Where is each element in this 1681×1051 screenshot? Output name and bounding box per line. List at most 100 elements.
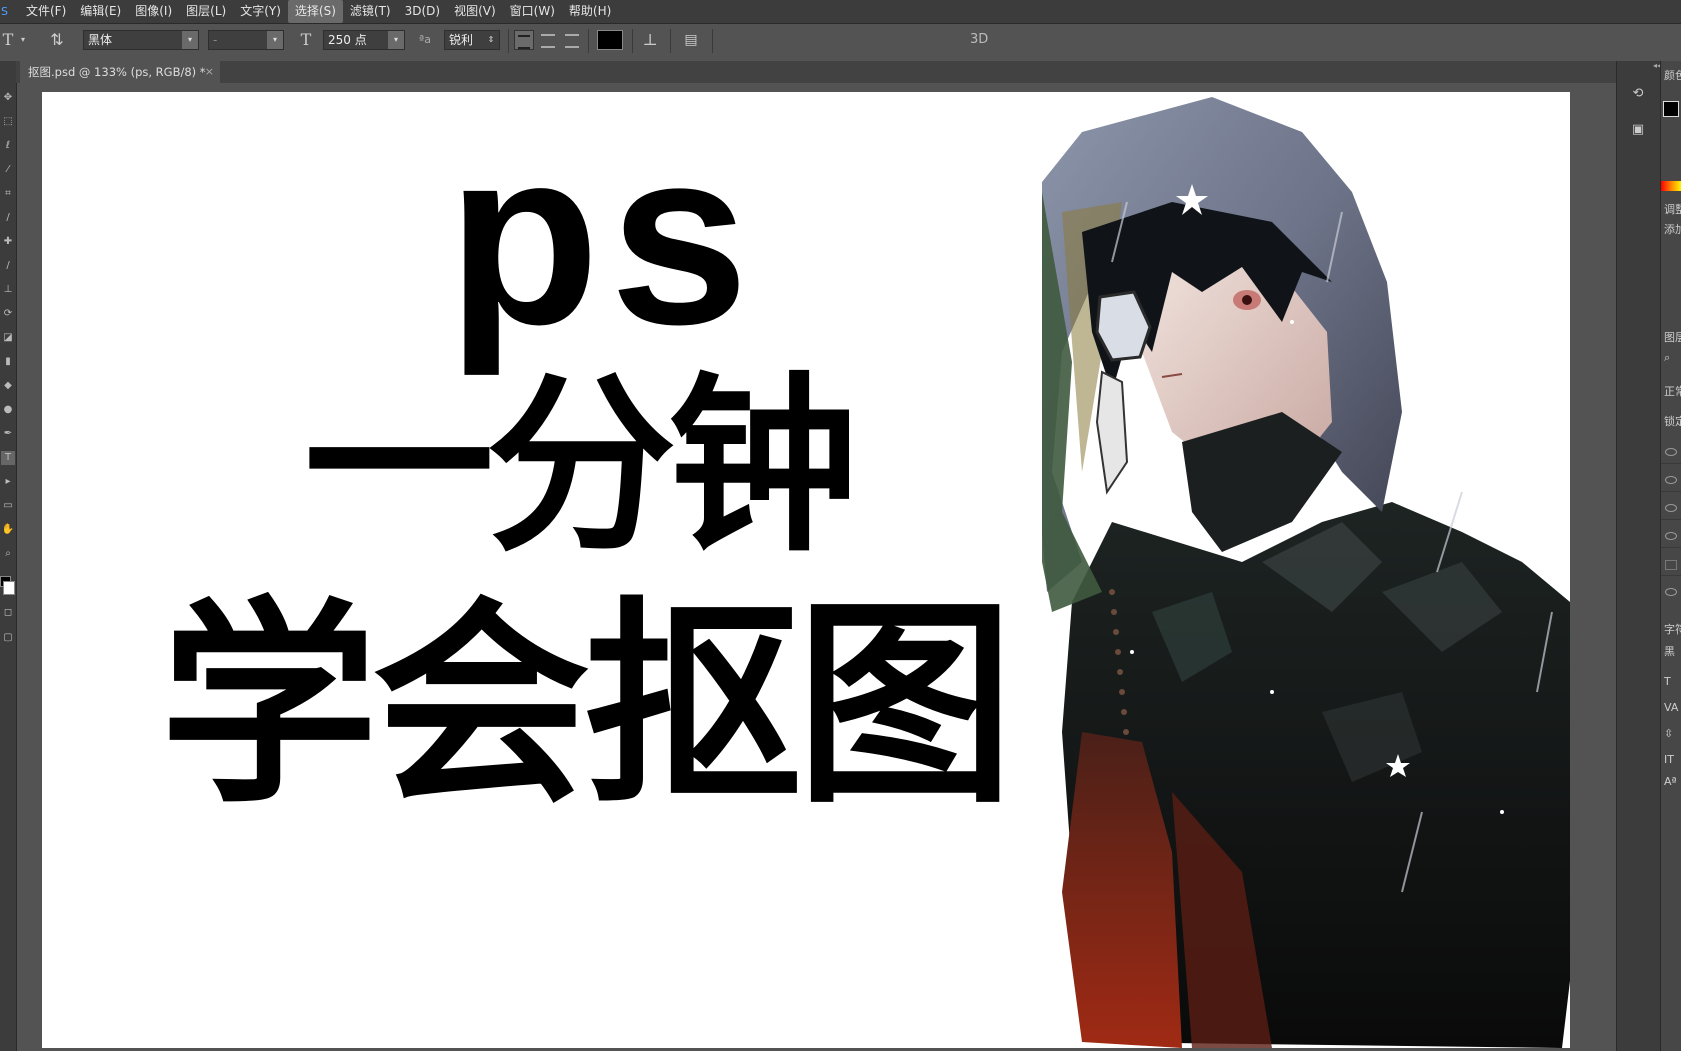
menu-edit[interactable]: 编辑(E) — [73, 0, 128, 23]
font-size-icon: T — [1664, 675, 1671, 688]
kerning-icon: VA — [1664, 701, 1679, 714]
canvas-text-one-minute: 一分钟 — [304, 356, 858, 577]
font-style-value: - — [213, 33, 218, 47]
menu-bar: S 文件(F) 编辑(E) 图像(I) 图层(L) 文字(Y) 选择(S) 滤镜… — [0, 0, 1681, 24]
menu-file[interactable]: 文件(F) — [19, 0, 73, 23]
tool-preset-chevron-icon[interactable]: ▾ — [16, 30, 30, 50]
layer-row-divider — [1661, 519, 1681, 520]
3d-mode-button[interactable]: 3D — [970, 30, 994, 50]
layer-visibility-off-icon[interactable] — [1665, 560, 1677, 570]
menu-window[interactable]: 窗口(W) — [503, 0, 562, 23]
right-panel-stack: 颜色 调整 添加 图层 ⌕ 正常 锁定 字符 黑 T VA ⇳ IT Aª — [1660, 61, 1681, 1051]
type-tool-icon[interactable]: T — [0, 30, 16, 50]
menu-type[interactable]: 文字(Y) — [233, 0, 288, 23]
align-right-button[interactable] — [562, 30, 582, 50]
brush-tool-icon[interactable]: / — [1, 259, 15, 273]
text-orientation-icon[interactable]: ⇅ — [46, 30, 68, 50]
zoom-tool-icon[interactable]: ⌕ — [1, 547, 15, 561]
layer-visibility-eye-icon[interactable] — [1665, 448, 1677, 456]
adjustments-panel-title[interactable]: 调整 — [1664, 201, 1681, 217]
color-panel-title[interactable]: 颜色 — [1664, 67, 1681, 83]
font-size-select[interactable]: 250 点 ▾ — [323, 30, 405, 50]
lock-label: 锁定 — [1664, 415, 1681, 428]
quick-select-tool-icon[interactable]: ⁄ — [1, 163, 15, 177]
scale-icon: ⇳ — [1664, 727, 1674, 740]
layer-row-divider — [1661, 491, 1681, 492]
eraser-tool-icon[interactable]: ◪ — [1, 331, 15, 345]
warp-text-icon[interactable]: ⊥ — [640, 30, 660, 50]
menu-filter[interactable]: 滤镜(T) — [343, 0, 398, 23]
stepper-icon: ⇕ — [487, 35, 495, 44]
gradient-tool-icon[interactable]: ▮ — [1, 355, 15, 369]
foreground-color-swatch[interactable] — [1663, 101, 1679, 117]
layer-row-divider — [1661, 575, 1681, 576]
document-tab[interactable]: 抠图.psd @ 133% (ps, RGB/8) * × — [20, 61, 220, 83]
document-canvas[interactable]: ps 一分钟 学会抠图 — [42, 92, 1570, 1048]
antialias-value: 锐利 — [449, 33, 474, 47]
type-tool-icon[interactable]: T — [1, 451, 15, 465]
divider — [712, 29, 713, 53]
vertical-scale-icon: IT — [1664, 753, 1674, 766]
move-tool-icon[interactable]: ✥ — [1, 91, 15, 105]
screen-mode-icon[interactable]: ▢ — [1, 631, 15, 645]
pen-tool-icon[interactable]: ✒ — [1, 427, 15, 441]
collapse-panels-icon[interactable]: ◂◂ — [1617, 61, 1661, 70]
layer-visibility-eye-icon[interactable] — [1665, 476, 1677, 484]
baseline-icon: Aª — [1664, 775, 1677, 788]
antialias-icon: ªa — [419, 33, 431, 46]
clone-stamp-tool-icon[interactable]: ⊥ — [1, 283, 15, 297]
character-font-select[interactable]: 黑 — [1664, 643, 1675, 659]
healing-tool-icon[interactable]: ✚ — [1, 235, 15, 249]
menu-select[interactable]: 选择(S) — [287, 0, 343, 23]
document-tab-bar: 抠图.psd @ 133% (ps, RGB/8) * × — [16, 61, 1616, 83]
history-brush-tool-icon[interactable]: ⟳ — [1, 307, 15, 321]
crop-tool-icon[interactable]: ⌗ — [1, 187, 15, 201]
menu-3d[interactable]: 3D(D) — [398, 0, 447, 23]
align-left-icon — [518, 35, 530, 49]
properties-panel-icon[interactable]: ▣ — [1627, 119, 1649, 141]
options-bar: T ▾ ⇅ 黑体 ▾ - ▾ T 250 点 ▾ ªa 锐利 ⇕ ⊥ ▤ 3D — [0, 24, 1681, 62]
font-style-select[interactable]: - ▾ — [208, 30, 284, 50]
lasso-tool-icon[interactable]: ℓ — [1, 139, 15, 153]
align-left-button[interactable] — [514, 30, 534, 50]
panel-dock: ◂◂ ⟲ ▣ — [1616, 61, 1661, 1051]
layer-visibility-eye-icon[interactable] — [1665, 588, 1677, 596]
menu-view[interactable]: 视图(V) — [447, 0, 503, 23]
align-center-icon — [541, 34, 555, 48]
character-panel-title[interactable]: 字符 — [1664, 621, 1681, 637]
path-select-tool-icon[interactable]: ▸ — [1, 475, 15, 489]
color-spectrum-bar[interactable] — [1661, 181, 1681, 191]
shape-tool-icon[interactable]: ▭ — [1, 499, 15, 513]
chevron-down-icon: ▾ — [182, 31, 198, 49]
blend-mode-select[interactable]: 正常 — [1664, 383, 1681, 399]
layers-panel-title[interactable]: 图层 — [1664, 329, 1681, 345]
document-tab-title: 抠图.psd @ 133% (ps, RGB/8) * — [28, 65, 206, 79]
layer-row-divider — [1661, 547, 1681, 548]
close-icon[interactable]: × — [205, 61, 214, 83]
font-size-value: 250 点 — [328, 33, 367, 47]
divider — [588, 29, 589, 53]
dodge-tool-icon[interactable]: ● — [1, 403, 15, 417]
canvas-text-learn-cutout: 学会抠图 — [160, 580, 1014, 833]
text-color-swatch[interactable] — [597, 30, 623, 50]
align-center-button[interactable] — [538, 30, 558, 50]
menu-image[interactable]: 图像(I) — [128, 0, 179, 23]
font-family-value: 黑体 — [88, 33, 113, 47]
quick-mask-icon[interactable]: ◻ — [1, 606, 15, 620]
history-panel-icon[interactable]: ⟲ — [1627, 83, 1649, 105]
marquee-tool-icon[interactable]: ⬚ — [1, 115, 15, 129]
antialias-select[interactable]: 锐利 ⇕ — [444, 30, 500, 50]
background-color-swatch[interactable] — [3, 581, 15, 595]
menu-help[interactable]: 帮助(H) — [562, 0, 618, 23]
menu-layer[interactable]: 图层(L) — [179, 0, 233, 23]
search-icon[interactable]: ⌕ — [1664, 351, 1670, 365]
font-family-select[interactable]: 黑体 ▾ — [83, 30, 199, 50]
chevron-down-icon: ▾ — [267, 31, 283, 49]
layer-visibility-eye-icon[interactable] — [1665, 532, 1677, 540]
layer-visibility-eye-icon[interactable] — [1665, 504, 1677, 512]
hand-tool-icon[interactable]: ✋ — [1, 523, 15, 537]
character-panel-toggle-icon[interactable]: ▤ — [680, 30, 702, 50]
align-right-icon — [565, 34, 579, 48]
eyedropper-tool-icon[interactable]: / — [1, 211, 15, 225]
blur-tool-icon[interactable]: ◆ — [1, 379, 15, 393]
